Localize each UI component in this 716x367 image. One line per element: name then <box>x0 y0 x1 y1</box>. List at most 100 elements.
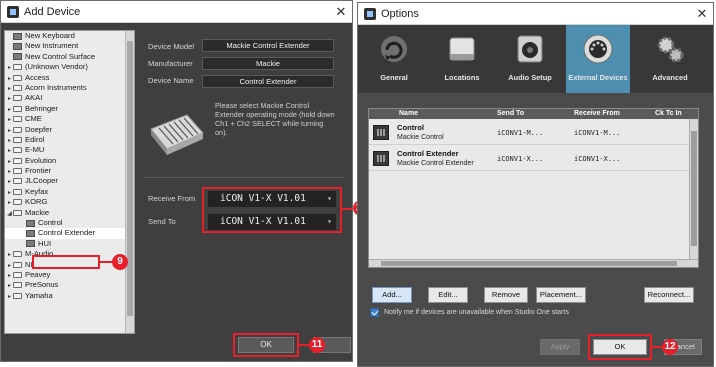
tree-item-label: New Instrument <box>25 41 79 51</box>
tree-item-label: KORG <box>25 197 48 207</box>
tree-item[interactable]: ▸ Acorn Instruments <box>5 83 134 93</box>
device-model: Mackie Control Extender <box>397 160 474 167</box>
tree-item[interactable]: New Control Surface <box>5 52 134 62</box>
tree-item[interactable]: ▸ KORG <box>5 197 134 207</box>
table-row[interactable]: Control Mackie Control iCONV1-M... iCONV… <box>369 120 690 145</box>
apply-button[interactable]: Apply <box>540 339 580 355</box>
tree-item[interactable]: ▸ JLCooper <box>5 176 134 186</box>
col-ck-tc-in[interactable]: Ck Tc In <box>655 110 682 117</box>
folder-icon <box>13 136 22 143</box>
remove-button[interactable]: Remove <box>484 287 528 303</box>
reconnect-button[interactable]: Reconnect... <box>644 287 694 303</box>
tree-item[interactable]: New Instrument <box>5 41 134 51</box>
receive-from-label: Receive From <box>148 194 196 203</box>
close-icon[interactable]: ✕ <box>330 4 352 20</box>
tree-item-label: Mackie <box>25 207 50 217</box>
notify-checkbox[interactable] <box>370 308 379 317</box>
col-name[interactable]: Name <box>399 110 418 117</box>
edit-button[interactable]: Edit... <box>428 287 468 303</box>
tree-item[interactable]: ▸ Behringer <box>5 104 134 114</box>
tree-scrollbar-thumb[interactable] <box>127 41 133 316</box>
manufacturer-field[interactable]: Mackie <box>202 57 334 70</box>
tree-item[interactable]: HUI <box>5 239 134 249</box>
device-model: Mackie Control <box>397 134 444 141</box>
tab-locations[interactable]: Locations <box>430 25 494 93</box>
tab-locations-label: Locations <box>444 73 480 82</box>
table-row[interactable]: Control Extender Mackie Control Extender… <box>369 146 690 171</box>
table-vertical-scrollbar[interactable] <box>689 119 698 261</box>
tree-item-label: Edirol <box>25 134 45 144</box>
device-send-to: iCONV1-M... <box>497 129 544 137</box>
close-icon[interactable]: ✕ <box>691 6 713 22</box>
operating-mode-hint: Please select Mackie Control Extender op… <box>215 101 335 137</box>
tree-item-label: HUI <box>38 238 52 248</box>
callout-9-line <box>100 261 112 263</box>
tab-external-devices-label: External Devices <box>568 73 628 82</box>
tree-item[interactable]: New Keyboard <box>5 31 134 41</box>
device-name-label: Device Name <box>148 76 194 85</box>
tree-item[interactable]: ◢ Mackie <box>5 208 134 218</box>
folder-icon <box>13 251 22 258</box>
tree-item[interactable]: ▸ Doepfer <box>5 125 134 135</box>
options-titlebar: Options ✕ <box>358 3 713 25</box>
device-tree[interactable]: New Keyboard New Instrument New Control Su… <box>4 30 135 334</box>
device-receive-from: iCONV1-X... <box>574 155 621 163</box>
expand-arrow-icon[interactable]: ▸ <box>6 292 13 302</box>
folder-icon <box>13 178 22 185</box>
notify-option[interactable]: Notify me if devices are unavailable whe… <box>370 308 569 317</box>
tree-item-label: E-MU <box>25 145 45 155</box>
placement-button[interactable]: Placement... <box>536 287 586 303</box>
device-model-label: Device Model <box>148 42 195 51</box>
device-name-field[interactable]: Control Extender <box>202 75 334 88</box>
tree-item[interactable]: ▸ Evolution <box>5 156 134 166</box>
tree-item[interactable]: ▸ E-MU <box>5 145 134 155</box>
highlight-ports <box>202 187 342 233</box>
folder-icon <box>13 74 22 81</box>
external-devices-table: Name Send To Receive From Ck Tc In Contr… <box>368 108 699 268</box>
col-receive-from[interactable]: Receive From <box>574 110 620 117</box>
col-send-to[interactable]: Send To <box>497 110 524 117</box>
tree-item[interactable]: ▸ AKAI <box>5 93 134 103</box>
tree-item[interactable]: Control <box>5 218 134 228</box>
table-vertical-scrollbar-thumb[interactable] <box>691 131 697 246</box>
folder-icon <box>13 147 22 154</box>
tree-item[interactable]: ▸ (Unknown Vendor) <box>5 62 134 72</box>
table-horizontal-scrollbar[interactable] <box>369 259 698 267</box>
add-device-dialog: Add Device ✕ New Keyboard New Instrument N… <box>0 0 353 362</box>
tree-item[interactable]: ▸ Frontier <box>5 166 134 176</box>
folder-open-icon <box>13 209 22 216</box>
tree-item-label: Yamaha <box>25 290 53 300</box>
tree-item-label: JLCooper <box>25 176 58 186</box>
folder-icon <box>13 188 22 195</box>
device-model-field[interactable]: Mackie Control Extender <box>202 39 334 52</box>
tree-item[interactable]: ▸ Edirol <box>5 135 134 145</box>
table-horizontal-scrollbar-thumb[interactable] <box>381 261 677 266</box>
tree-item[interactable]: ▸ Access <box>5 73 134 83</box>
advanced-icon <box>657 36 684 63</box>
tree-item-label: Control <box>38 218 63 228</box>
tab-advanced[interactable]: Advanced <box>638 25 702 93</box>
folder-icon <box>13 64 22 71</box>
tree-item[interactable]: Control Extender <box>5 228 134 239</box>
tree-item[interactable]: ▸ Yamaha <box>5 291 134 301</box>
add-button[interactable]: Add... <box>372 287 412 303</box>
tab-audio-setup[interactable]: Audio Setup <box>498 25 562 93</box>
folder-icon <box>13 126 22 133</box>
tree-item[interactable]: ▸ Keyfax <box>5 187 134 197</box>
external-devices-icon <box>583 34 613 64</box>
tab-external-devices[interactable]: External Devices <box>566 25 630 93</box>
tree-item-label: Evolution <box>25 155 57 165</box>
tree-item[interactable]: ▸ Peavey <box>5 270 134 280</box>
app-icon <box>364 7 376 20</box>
folder-icon <box>13 157 22 164</box>
folder-icon <box>13 168 22 175</box>
tree-scrollbar[interactable] <box>125 31 134 333</box>
tree-item[interactable]: ▸ PreSonus <box>5 280 134 290</box>
tab-general[interactable]: General <box>362 25 426 93</box>
callout-12: 12 <box>662 339 678 355</box>
options-dialog: Options ✕ General Locations Audio Setup … <box>357 2 714 367</box>
notify-label: Notify me if devices are unavailable whe… <box>384 309 569 316</box>
tree-item[interactable]: ▸ CME <box>5 114 134 124</box>
tree-item-label: Peavey <box>25 269 51 279</box>
manufacturer-label: Manufacturer <box>148 59 193 68</box>
